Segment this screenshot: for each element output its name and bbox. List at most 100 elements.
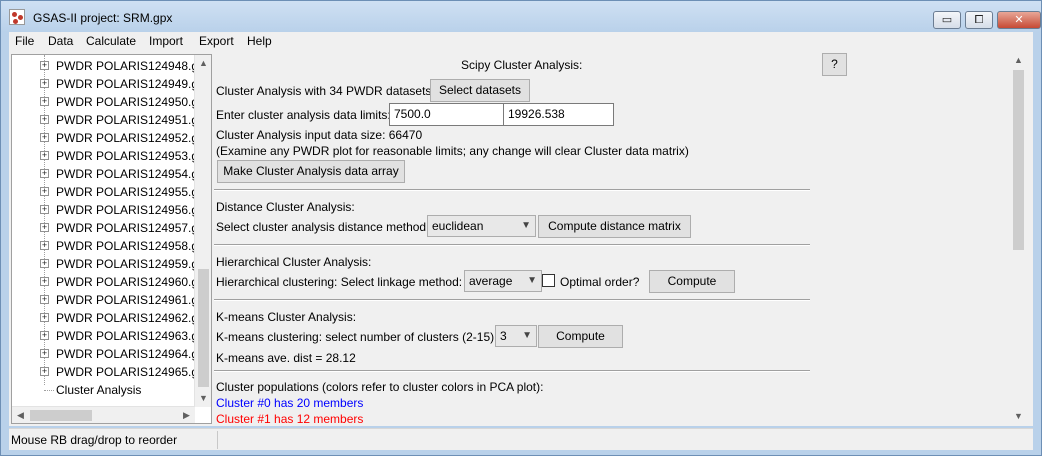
hierarchical-label: Hierarchical clustering: Select linkage … (216, 275, 463, 289)
input-size-text: Cluster Analysis input data size: 66470 (216, 128, 423, 142)
tree-item-pwdr[interactable]: + PWDR POLARIS124950.gs (12, 93, 204, 111)
scroll-up-arrow-icon[interactable]: ▲ (195, 55, 211, 72)
status-separator (217, 431, 218, 449)
tree-item-pwdr[interactable]: + PWDR POLARIS124958.gs (12, 237, 204, 255)
distance-heading: Distance Cluster Analysis: (216, 200, 355, 214)
tree-item-pwdr[interactable]: + PWDR POLARIS124961.gs (12, 291, 204, 309)
tree-item-pwdr[interactable]: + PWDR POLARIS124953.gs (12, 147, 204, 165)
menu-export[interactable]: Export (199, 34, 234, 48)
tree-item-pwdr[interactable]: + PWDR POLARIS124965.gs (12, 363, 204, 381)
menu-help[interactable]: Help (247, 34, 272, 48)
expand-plus-icon[interactable]: + (40, 169, 49, 178)
expand-plus-icon[interactable]: + (40, 331, 49, 340)
scroll-down-arrow-icon[interactable]: ▼ (195, 390, 211, 407)
tree-item-label: Cluster Analysis (56, 383, 142, 397)
examine-hint-text: (Examine any PWDR plot for reasonable li… (216, 144, 689, 158)
linkage-method-select[interactable]: average ▼ (464, 270, 542, 292)
hierarchical-compute-button[interactable]: Compute (649, 270, 735, 293)
tree-item-cluster-analysis[interactable]: Cluster Analysis (12, 381, 195, 399)
compute-distance-button[interactable]: Compute distance matrix (538, 215, 691, 238)
select-datasets-button[interactable]: Select datasets (430, 79, 530, 102)
panel-heading: Scipy Cluster Analysis: (461, 58, 583, 72)
close-button[interactable]: ✕ (997, 11, 1041, 29)
populations-heading: Cluster populations (colors refer to clu… (216, 380, 544, 394)
distance-label: Select cluster analysis distance method: (216, 220, 430, 234)
scroll-down-arrow-icon[interactable]: ▼ (1010, 408, 1027, 425)
tree-item-pwdr[interactable]: + PWDR POLARIS124949.gs (12, 75, 204, 93)
expand-plus-icon[interactable]: + (40, 259, 49, 268)
expand-plus-icon[interactable]: + (40, 277, 49, 286)
kmeans-clusters-select[interactable]: 3 ▼ (495, 325, 537, 347)
data-tree[interactable]: + PWDR POLARIS124948.gs + PWDR POLARIS12494… (11, 54, 212, 424)
expand-plus-icon[interactable]: + (40, 223, 49, 232)
divider (214, 244, 810, 246)
tree-item-pwdr[interactable]: + PWDR POLARIS124960.gs (12, 273, 204, 291)
tree-horizontal-scrollbar[interactable]: ◀ ▶ (12, 406, 195, 423)
tree-hscroll-thumb[interactable] (30, 410, 92, 421)
tree-item-pwdr[interactable]: + PWDR POLARIS124956.gs (12, 201, 204, 219)
divider (214, 189, 810, 191)
tree-item-pwdr[interactable]: + PWDR POLARIS124951.gs (12, 111, 204, 129)
expand-plus-icon[interactable]: + (40, 295, 49, 304)
title-bar[interactable]: GSAS-II project: SRM.gpx ▭ ⧠ ✕ (1, 1, 1041, 32)
status-bar: Mouse RB drag/drop to reorder (9, 428, 1033, 450)
expand-plus-icon[interactable]: + (40, 367, 49, 376)
expand-plus-icon[interactable]: + (40, 205, 49, 214)
tree-item-label: PWDR POLARIS124949.gs (56, 77, 205, 91)
limits-label: Enter cluster analysis data limits: (216, 108, 391, 122)
limit-max-field[interactable]: 19926.538 (503, 103, 614, 126)
optimal-order-checkbox[interactable] (542, 274, 555, 287)
kmeans-heading: K-means Cluster Analysis: (216, 310, 357, 324)
menu-calculate[interactable]: Calculate (86, 34, 136, 48)
menu-file[interactable]: File (15, 34, 34, 48)
expand-plus-icon[interactable]: + (40, 79, 49, 88)
make-array-button[interactable]: Make Cluster Analysis data array (217, 160, 405, 183)
expand-plus-icon[interactable]: + (40, 115, 49, 124)
restore-button[interactable]: ⧠ (965, 11, 993, 29)
expand-plus-icon[interactable]: + (40, 133, 49, 142)
tree-item-label: PWDR POLARIS124952.gs (56, 131, 205, 145)
tree-item-label: PWDR POLARIS124948.gs (56, 59, 205, 73)
tree-item-pwdr[interactable]: + PWDR POLARIS124963.gs (12, 327, 204, 345)
tree-item-label: PWDR POLARIS124964.gs (56, 347, 205, 361)
tree-item-label: PWDR POLARIS124953.gs (56, 149, 205, 163)
scroll-right-arrow-icon[interactable]: ▶ (178, 407, 195, 423)
panel-scroll-thumb[interactable] (1013, 70, 1024, 250)
tree-item-pwdr[interactable]: + PWDR POLARIS124959.gs (12, 255, 204, 273)
distance-method-select[interactable]: euclidean ▼ (427, 215, 536, 237)
panel-vertical-scrollbar[interactable]: ▲ ▼ (1010, 52, 1027, 425)
expand-plus-icon[interactable]: + (40, 187, 49, 196)
tree-item-pwdr[interactable]: + PWDR POLARIS124952.gs (12, 129, 204, 147)
expand-plus-icon[interactable]: + (40, 241, 49, 250)
menu-import[interactable]: Import (149, 34, 183, 48)
tree-item-label: PWDR POLARIS124955.gs (56, 185, 205, 199)
tree-item-pwdr[interactable]: + PWDR POLARIS124954.gs (12, 165, 204, 183)
divider (214, 370, 810, 372)
datasets-text: Cluster Analysis with 34 PWDR datasets: (216, 84, 435, 98)
tree-item-pwdr[interactable]: + PWDR POLARIS124957.gs (12, 219, 204, 237)
scroll-up-arrow-icon[interactable]: ▲ (1010, 52, 1027, 69)
tree-item-pwdr[interactable]: + PWDR POLARIS124964.gs (12, 345, 204, 363)
menu-data[interactable]: Data (48, 34, 73, 48)
status-text: Mouse RB drag/drop to reorder (11, 433, 178, 447)
tree-vertical-scrollbar[interactable]: ▲ ▼ (194, 55, 211, 407)
tree-item-label: PWDR POLARIS124956.gs (56, 203, 205, 217)
limit-min-field[interactable]: 7500.0 (389, 103, 504, 126)
tree-item-label: PWDR POLARIS124965.gs (56, 365, 205, 379)
kmeans-compute-button[interactable]: Compute (538, 325, 623, 348)
optimal-order-label: Optimal order? (560, 275, 640, 289)
tree-item-label: PWDR POLARIS124959.gs (56, 257, 205, 271)
minimize-button[interactable]: ▭ (933, 11, 961, 29)
expand-plus-icon[interactable]: + (40, 97, 49, 106)
expand-plus-icon[interactable]: + (40, 61, 49, 70)
divider (214, 299, 810, 301)
help-button[interactable]: ? (822, 53, 847, 76)
expand-plus-icon[interactable]: + (40, 151, 49, 160)
scroll-left-arrow-icon[interactable]: ◀ (12, 407, 29, 423)
tree-item-pwdr[interactable]: + PWDR POLARIS124962.gs (12, 309, 204, 327)
tree-scroll-thumb[interactable] (198, 269, 209, 387)
tree-item-pwdr[interactable]: + PWDR POLARIS124955.gs (12, 183, 204, 201)
expand-plus-icon[interactable]: + (40, 349, 49, 358)
expand-plus-icon[interactable]: + (40, 313, 49, 322)
tree-item-pwdr[interactable]: + PWDR POLARIS124948.gs (12, 57, 204, 75)
